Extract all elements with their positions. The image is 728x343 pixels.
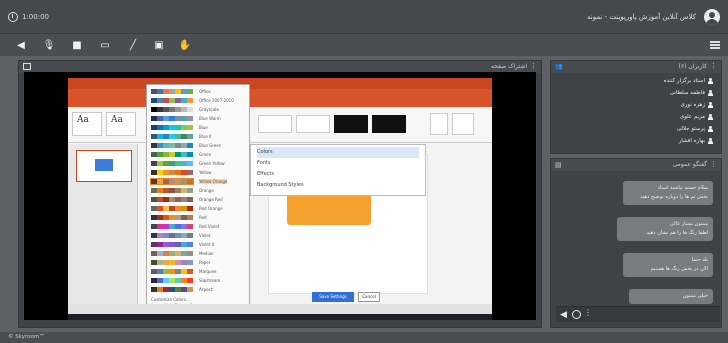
chat-panel: ▤ گفتگو عمومی ⋮ سلام خسته نباشید استاد ب… [550,158,722,328]
color-name[interactable]: Grayscale [199,107,219,112]
person-icon [708,77,713,84]
chat-title: گفتگو عمومی [672,161,707,168]
more-icon[interactable]: ⋮ [584,308,592,317]
chat-icon: ▤ [555,161,562,169]
footer-brand: © Skyroom™ [8,334,45,340]
cancel-button[interactable]: Cancel [358,292,380,302]
color-name[interactable]: Blue [199,125,208,130]
send-icon[interactable]: ◀ [560,310,567,320]
slide-thumbnails [68,144,138,304]
color-name[interactable]: Office [199,89,211,94]
color-name[interactable]: Red [199,215,207,220]
color-name[interactable]: Aspect [199,287,213,292]
color-name[interactable]: Blue Green [199,143,221,148]
person-icon [708,89,713,96]
raise-hand-icon[interactable]: ✋ [178,38,192,52]
color-name[interactable]: Paper [199,260,210,265]
color-name[interactable]: Slipstream [199,278,220,283]
color-name[interactable]: Orange Red [199,197,223,202]
color-palette-menu: Office Office 2007-2010 Grayscale Blue W… [146,84,250,308]
participants-title: کاربران (۶) [678,63,707,70]
person-icon [708,125,713,132]
menu-icon[interactable] [710,41,720,49]
person-icon [708,101,713,108]
color-name[interactable]: Blue II [199,134,211,139]
color-name[interactable]: Green [199,152,211,157]
slide-thumbnail[interactable] [76,150,132,182]
speaker-icon[interactable]: ◀ [14,38,28,52]
participant-item[interactable]: استاد برگزار کننده [663,76,713,85]
save-settings-button[interactable]: Save Settings [312,292,354,302]
stage-options-icon[interactable]: ⋮ [530,62,537,70]
color-name[interactable]: Yellow [199,170,211,175]
color-name[interactable]: Violet II [199,242,214,247]
person-icon [708,137,713,144]
timer-text: 1:00:00 [22,13,49,21]
top-bar: 1:00:00 کلاس آنلاین آموزش پاورپوینت - نم… [0,0,728,34]
participants-panel: 👥 کاربران (۶) ⋮ استاد برگزار کننده فاطمه… [550,60,722,154]
participant-item[interactable]: پرستو جلالی [677,124,713,133]
monitor-icon [23,63,31,70]
users-icon: 👥 [555,63,563,70]
ppt-tabs [68,89,492,107]
color-name[interactable]: Median [199,251,214,256]
participants-header: 👥 کاربران (۶) ⋮ [551,61,721,73]
customize-colors-link[interactable]: Customize Colors... [151,297,190,302]
color-name[interactable]: Red Orange [199,206,223,211]
color-name[interactable]: Office 2007-2010 [199,98,234,103]
participants-options-icon[interactable]: ⋮ [710,62,717,70]
design-dropdown: Colors Fonts Effects Background Styles [250,144,426,196]
footer: © Skyroom™ [0,332,728,343]
user-avatar-icon[interactable] [704,9,720,25]
chat-message: بله حتما الان در بخش رنگ ها هستیم [623,253,713,277]
theme-thumb: Aa [72,112,102,136]
color-name[interactable]: Yellow Orange [199,179,228,184]
chat-message: ممنون بسیار عالی لطفا رنگ ها را هم نشان … [617,217,713,241]
ppt-ribbon: Aa Aa [68,107,492,143]
chat-input-bar[interactable]: ◀ ⋮ [556,306,720,322]
person-icon [708,113,713,120]
menu-item-colors[interactable]: Colors [257,147,419,158]
participant-item[interactable]: بهاره افشار [679,136,713,145]
color-name[interactable]: Marquee [199,269,216,274]
stage-title: اشتراک صفحه [491,63,527,70]
color-name[interactable]: Green Yellow [199,161,225,166]
toolbar: ◀ 🎙 ■ ▭ ╱ ▣ ✋ [0,34,728,56]
chat-header: ▤ گفتگو عمومی ⋮ [551,159,721,171]
ppt-title-bar [68,78,492,89]
menu-item-background[interactable]: Background Styles [257,180,419,191]
color-name[interactable]: Orange [199,188,214,193]
participant-item[interactable]: زهره نوری [680,100,713,109]
pen-icon[interactable]: ╱ [126,38,140,52]
menu-item-effects[interactable]: Effects [257,169,419,180]
camera-icon[interactable]: ■ [70,38,84,52]
participant-item[interactable]: مریم علوی [680,112,713,121]
breadcrumb: کلاس آنلاین آموزش پاورپوینت - نمونه [587,13,696,21]
clock-icon [8,12,18,22]
powerpoint-window: Aa Aa Colors Fonts Effects Background St… [68,78,492,314]
ppt-status-bar [68,304,492,314]
os-taskbar [68,314,492,320]
theme-thumb: Aa [106,112,136,136]
chat-options-icon[interactable]: ⋮ [710,160,717,168]
color-name[interactable]: Violet [199,233,210,238]
microphone-icon[interactable]: 🎙 [42,38,56,52]
menu-item-fonts[interactable]: Fonts [257,158,419,169]
emoji-icon[interactable] [572,310,581,319]
screen-share-icon[interactable]: ▭ [98,38,112,52]
color-name[interactable]: Red Violet [199,224,219,229]
whiteboard-icon[interactable]: ▣ [152,38,166,52]
participant-item[interactable]: فاطمه سلطانی [670,88,713,97]
chat-message: سلام خسته نباشید استاد بخش تم ها را دوبا… [623,181,713,205]
color-name[interactable]: Blue Warm [199,116,221,121]
chat-message: خیلی ممنون [629,289,713,304]
shared-screen[interactable]: Aa Aa Colors Fonts Effects Background St… [24,72,536,320]
session-timer: 1:00:00 [8,12,49,22]
